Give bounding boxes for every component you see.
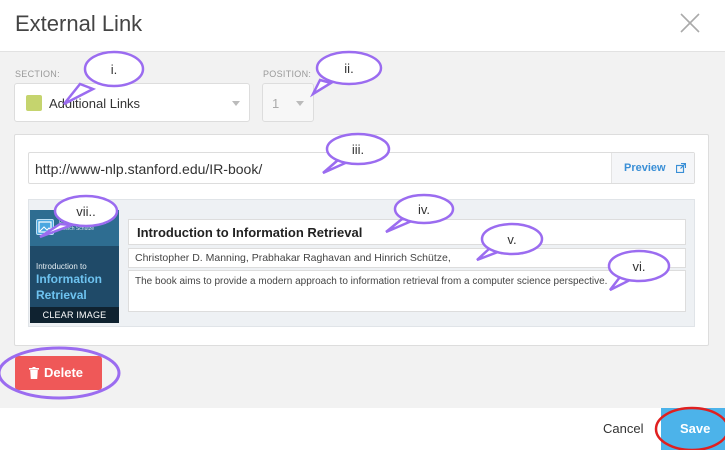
preview-button[interactable]: Preview — [611, 153, 694, 183]
delete-button[interactable]: Delete — [15, 356, 102, 390]
position-label: POSITION: — [263, 69, 312, 79]
position-value: 1 — [272, 96, 280, 111]
preview-label: Preview — [624, 162, 666, 174]
authors-value: Christopher D. Manning, Prabhakar Raghav… — [135, 252, 451, 264]
chevron-down-icon — [232, 101, 240, 106]
cancel-button[interactable]: Cancel — [603, 421, 643, 436]
section-color-swatch — [26, 95, 42, 111]
title-input[interactable]: Introduction to Information Retrieval — [128, 219, 686, 245]
modal-header: External Link — [0, 0, 725, 52]
section-value: Additional Links — [49, 96, 141, 111]
title-value: Introduction to Information Retrieval — [137, 225, 363, 240]
description-value: The book aims to provide a modern approa… — [135, 276, 608, 287]
image-edit-button[interactable] — [36, 219, 54, 235]
section-label: SECTION: — [15, 69, 60, 79]
close-button[interactable] — [675, 8, 705, 38]
image-edit-icon — [38, 221, 52, 233]
delete-label: Delete — [44, 365, 84, 380]
thumbnail-line1: Introduction to — [36, 262, 87, 271]
authors-input[interactable]: Christopher D. Manning, Prabhakar Raghav… — [128, 248, 686, 268]
url-input[interactable]: http://www-nlp.stanford.edu/IR-book/ — [28, 152, 695, 184]
description-input[interactable]: The book aims to provide a modern approa… — [128, 270, 686, 312]
save-button[interactable]: Save — [661, 408, 725, 450]
thumbnail-line3: Retrieval — [36, 288, 87, 302]
thumbnail-authors: Christopher D. Manning Prabhakar Raghava… — [59, 214, 112, 232]
trash-icon — [29, 367, 39, 379]
book-thumbnail: Christopher D. Manning Prabhakar Raghava… — [30, 210, 119, 323]
thumbnail-line2: Information — [36, 272, 102, 286]
section-select[interactable]: Additional Links — [14, 83, 250, 122]
clear-image-button[interactable]: CLEAR IMAGE — [30, 307, 119, 323]
save-label: Save — [680, 421, 711, 436]
position-select[interactable]: 1 — [262, 83, 314, 122]
chevron-down-icon — [296, 101, 304, 106]
url-value: http://www-nlp.stanford.edu/IR-book/ — [35, 161, 263, 177]
close-icon — [680, 13, 700, 33]
modal-title: External Link — [15, 11, 143, 36]
external-link-icon — [676, 163, 686, 173]
